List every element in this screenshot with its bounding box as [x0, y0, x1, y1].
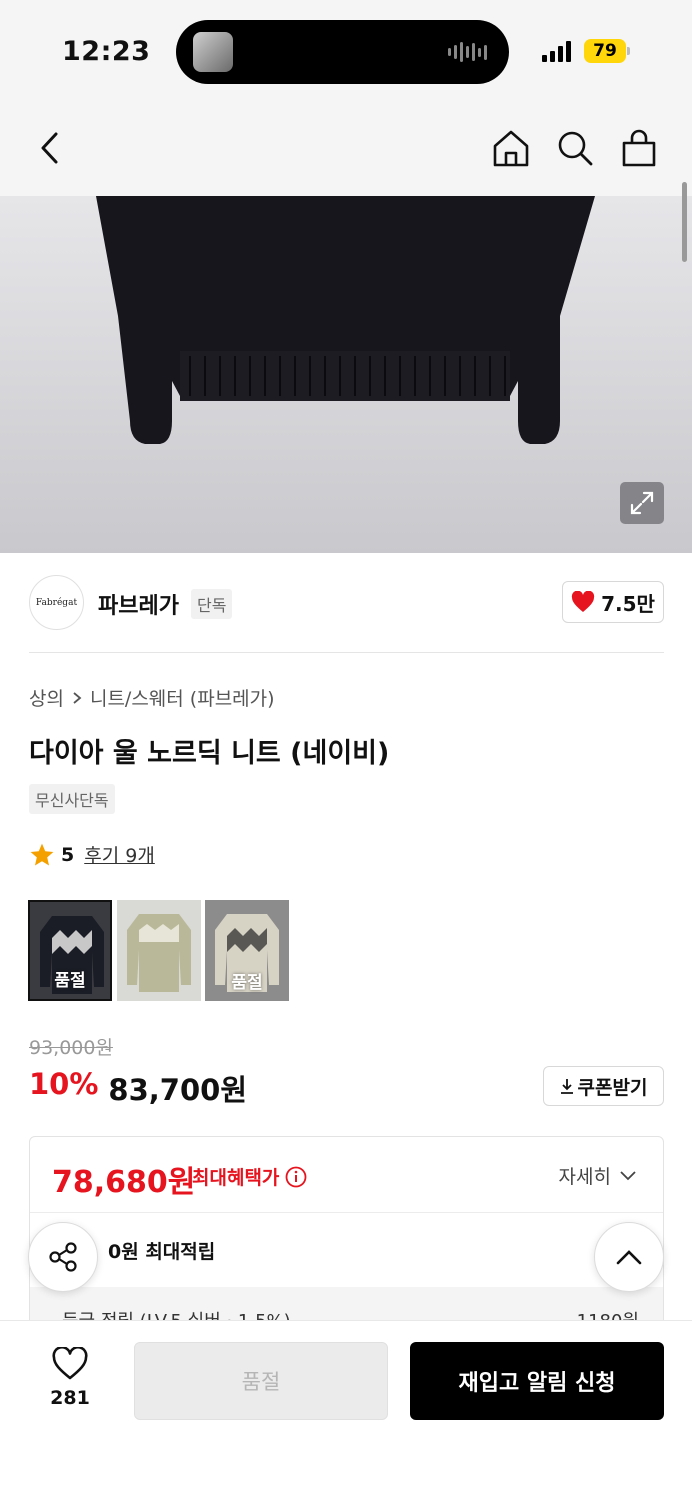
max-benefit-label[interactable]: 최대혜택가 [192, 1163, 307, 1190]
details-toggle[interactable]: 자세히 [559, 1162, 637, 1189]
max-benefit-price: 78,680원 [52, 1165, 196, 1200]
max-points: 0원 최대적립 [108, 1241, 216, 1263]
chevron-right-icon [73, 691, 82, 704]
color-swatch-navy[interactable]: 품절 [28, 900, 112, 1001]
star-icon [30, 843, 54, 866]
signal-icon [542, 40, 571, 62]
top-nav [0, 100, 692, 196]
chevron-down-icon [620, 1170, 636, 1180]
bottom-action-bar: 281 품절 재입고 알림 신청 [0, 1320, 692, 1500]
dynamic-island [176, 20, 509, 84]
expand-image-button[interactable] [620, 482, 664, 524]
restock-alert-button[interactable]: 재입고 알림 신청 [410, 1342, 664, 1420]
rating-score: 5 [61, 843, 75, 866]
swatch-soldout-label: 품절 [231, 973, 263, 993]
info-icon [286, 1166, 307, 1187]
original-price: 93,000원 [29, 1037, 113, 1059]
max-benefit-text: 최대혜택가 [192, 1167, 280, 1189]
breadcrumb-item-subcategory[interactable]: 니트/스웨터 (파브레가) [90, 684, 275, 711]
share-icon [49, 1242, 77, 1272]
product-title: 다이아 울 노르딕 니트 (네이비) [29, 738, 390, 769]
brand-name[interactable]: 파브레가 [98, 588, 179, 620]
breadcrumb-item-category[interactable]: 상의 [29, 684, 64, 711]
discount-rate: 10% [29, 1067, 99, 1101]
status-bar: 12:23 79 [0, 0, 692, 100]
heart-filled-icon [571, 591, 595, 612]
cart-button[interactable] [619, 128, 659, 168]
chevron-up-icon [616, 1250, 642, 1265]
soldout-button: 품절 [134, 1342, 388, 1420]
details-label: 자세히 [558, 1166, 611, 1188]
shopping-bag-icon [622, 129, 656, 167]
chevron-left-icon [41, 132, 58, 164]
sale-price: 83,700원 [108, 1073, 248, 1107]
sweater-illustration [96, 196, 595, 444]
download-icon [560, 1079, 573, 1094]
rating-row: 5 후기 9개 [29, 841, 155, 868]
status-time: 12:23 [62, 36, 151, 67]
search-icon [558, 131, 593, 166]
now-playing-thumbnail [193, 32, 233, 72]
wishlist-count: 281 [50, 1387, 90, 1409]
expand-icon [630, 491, 654, 515]
benefit-panel: 78,680원 최대혜택가 자세히 0원 최대적립 등급 적립 (LV.5 실버… [29, 1136, 664, 1336]
page-scrollbar[interactable] [682, 182, 687, 262]
brand-logo[interactable]: Fabrégat [29, 575, 84, 630]
search-button[interactable] [555, 128, 595, 168]
coupon-button[interactable]: 쿠폰받기 [543, 1066, 664, 1106]
swatch-soldout-label: 품절 [54, 971, 86, 991]
home-icon [493, 130, 529, 167]
brand-exclusive-tag: 단독 [191, 589, 233, 619]
brand-like-button[interactable]: 7.5만 [562, 581, 664, 623]
reviews-link[interactable]: 후기 9개 [84, 841, 155, 868]
heart-outline-icon [52, 1345, 88, 1380]
share-button[interactable] [28, 1222, 98, 1292]
color-swatch-ivory[interactable]: 품절 [205, 900, 289, 1001]
sweater-thumbnail [127, 914, 191, 992]
wishlist-button[interactable]: 281 [40, 1345, 100, 1409]
breadcrumb: 상의 니트/스웨터 (파브레가) [29, 684, 275, 711]
battery-indicator: 79 [584, 39, 626, 63]
audio-wave-icon [448, 42, 487, 62]
brand-like-count: 7.5만 [601, 591, 655, 616]
divider [29, 652, 664, 653]
price-row: 10% 83,700원 [29, 1067, 247, 1109]
scroll-top-button[interactable] [594, 1222, 664, 1292]
back-button[interactable] [30, 128, 70, 168]
coupon-label: 쿠폰받기 [577, 1076, 648, 1099]
benefit-header: 78,680원 최대혜택가 자세히 [30, 1137, 663, 1213]
color-swatch-khaki[interactable] [117, 900, 201, 1001]
exclusive-badge: 무신사단독 [29, 784, 115, 814]
product-image[interactable] [0, 196, 692, 553]
home-button[interactable] [491, 128, 531, 168]
battery-tip [627, 47, 630, 55]
